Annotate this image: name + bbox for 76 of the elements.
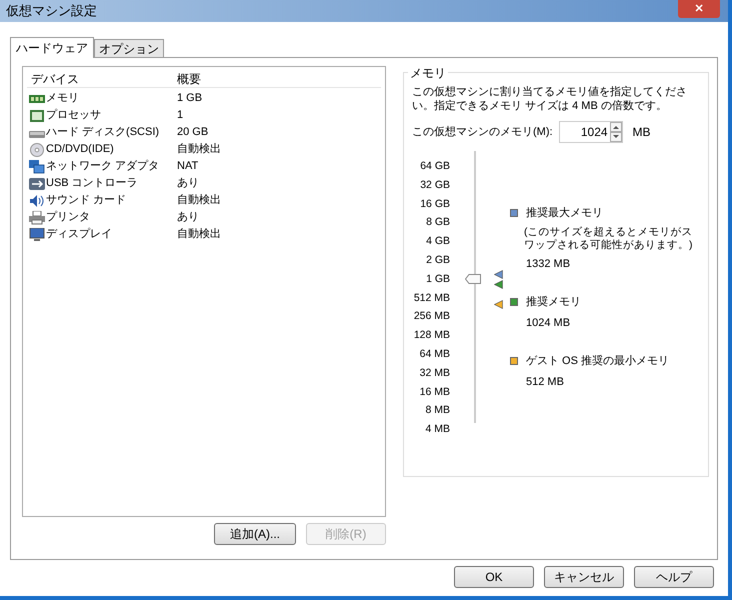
scale-label: 512 MB	[412, 290, 451, 306]
device-name: プロセッサ	[46, 108, 101, 124]
device-row[interactable]: ネットワーク アダプタ NAT	[27, 158, 381, 175]
device-summary: 20 GB	[177, 125, 208, 140]
scale-label: 128 MB	[412, 328, 451, 344]
device-row[interactable]: サウンド カード 自動検出	[27, 192, 381, 209]
device-row[interactable]: CD/DVD(IDE) 自動検出	[27, 141, 381, 158]
device-name: メモリ	[46, 91, 79, 106]
scale-label: 16 GB	[419, 196, 451, 212]
column-header[interactable]: 概要	[177, 70, 201, 88]
device-name: ハード ディスク(SCSI)	[46, 125, 160, 140]
scale-label: 4 MB	[424, 422, 451, 438]
speaker-icon	[29, 194, 45, 208]
memory-description: この仮想マシンに割り当てるメモリ値を指定してください。指定できるメモリ サイズは 4 MB の倍数です。	[412, 85, 688, 113]
scale-label: 8 MB	[424, 403, 451, 418]
spinner-arrows-icon	[610, 122, 622, 142]
device-name: CD/DVD(IDE)	[46, 142, 114, 158]
device-name: USB コントローラ	[46, 176, 138, 192]
scale-label: 2 GB	[425, 252, 451, 268]
dialog-button[interactable]: OK	[454, 566, 534, 588]
dialog-button[interactable]: ヘルプ	[634, 566, 714, 588]
legend-label: 推奨メモリ	[526, 295, 581, 310]
device-button[interactable]: 追加(A)...	[214, 523, 296, 545]
scale-label: 64 GB	[419, 159, 451, 174]
legend-value: 1332 MB	[525, 256, 572, 272]
legend-label: ゲスト OS 推奨の最小メモリ	[526, 354, 670, 369]
device-summary: 1	[177, 108, 184, 124]
device-summary: 1 GB	[177, 91, 202, 106]
device-row[interactable]: プリンタ あり	[27, 209, 381, 226]
device-name: サウンド カード	[46, 193, 126, 208]
legend-value: 512 MB	[525, 374, 565, 390]
scale-label: 32 MB	[418, 366, 451, 381]
window-title: 仮想マシン設定	[6, 2, 97, 20]
memory-value: 1024	[580, 124, 609, 141]
close-button[interactable]: ✕	[678, 0, 720, 18]
device-summary: 自動検出	[177, 227, 221, 242]
dialog-button[interactable]: キャンセル	[544, 566, 624, 588]
scale-label: 4 GB	[425, 234, 451, 250]
memory-unit: MB	[632, 124, 651, 141]
network-icon	[29, 160, 45, 174]
usb-icon	[29, 176, 45, 190]
device-row[interactable]: メモリ 1 GB	[27, 90, 381, 107]
legend-note: (このサイズを超えるとメモリがスワップされる可能性があります。)	[523, 226, 694, 252]
device-name: プリンタ	[46, 210, 90, 226]
scale-label: 1 GB	[425, 272, 451, 287]
device-row[interactable]: USB コントローラ あり	[27, 175, 381, 192]
disc-icon	[29, 142, 45, 156]
processor-icon	[29, 108, 45, 122]
legend-label: 推奨最大メモリ	[526, 206, 603, 221]
scale-label: 32 GB	[419, 178, 451, 193]
monitor-icon	[29, 228, 45, 242]
device-row[interactable]: プロセッサ 1	[27, 107, 381, 124]
scale-label: 256 MB	[412, 309, 451, 324]
device-summary: NAT	[177, 159, 198, 174]
recommended-marker-icon	[494, 280, 503, 289]
device-summary: 自動検出	[177, 142, 221, 158]
memory-label: この仮想マシンのメモリ(M):	[412, 124, 553, 140]
scale-label: 64 MB	[418, 346, 451, 362]
device-summary: あり	[177, 176, 199, 192]
scale-label: 16 MB	[418, 384, 451, 400]
memory-spinner[interactable]: 1024	[558, 121, 623, 143]
device-summary: 自動検出	[177, 193, 221, 208]
device-row[interactable]: ディスプレイ 自動検出	[27, 226, 381, 243]
device-summary: あり	[177, 210, 199, 226]
column-header[interactable]: デバイス	[27, 70, 177, 88]
minimum-marker-icon	[494, 300, 503, 310]
max-marker-icon	[494, 270, 503, 279]
device-row[interactable]: ハード ディスク(SCSI) 20 GB	[27, 124, 381, 141]
device-name: ディスプレイ	[46, 226, 112, 242]
slider-thumb[interactable]	[465, 274, 481, 284]
tab[interactable]: オプション	[94, 39, 164, 57]
printer-icon	[29, 210, 45, 224]
scale-label: 8 GB	[425, 215, 451, 230]
legend-value: 1024 MB	[525, 316, 572, 330]
tab[interactable]: ハードウェア	[10, 37, 94, 58]
device-name: ネットワーク アダプタ	[46, 158, 160, 174]
